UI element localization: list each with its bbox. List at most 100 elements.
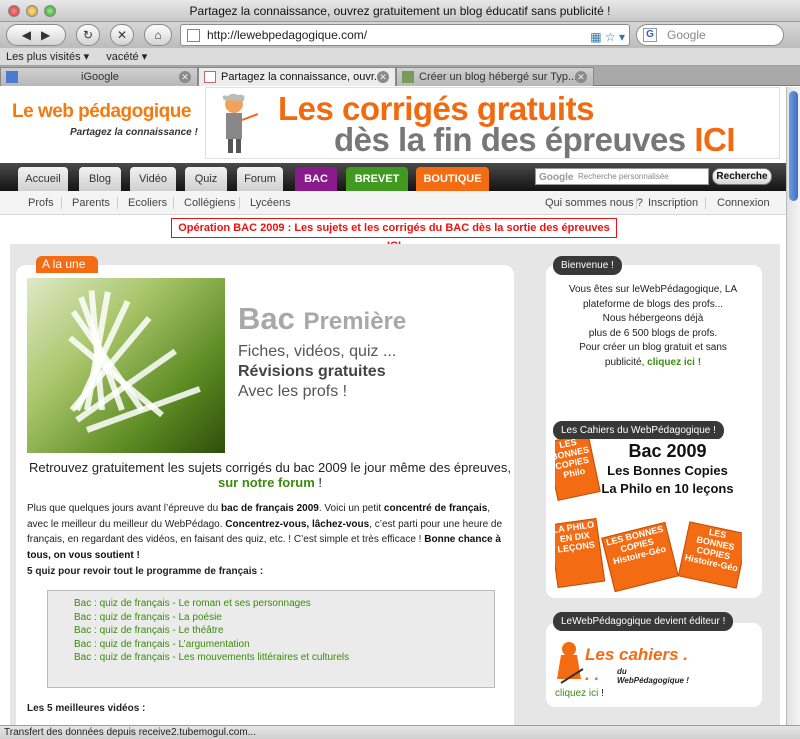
home-button[interactable]: ⌂ bbox=[144, 24, 172, 46]
stop-icon: ✕ bbox=[116, 28, 128, 42]
subnav-divider bbox=[636, 197, 637, 209]
bac-premiere-title: Bac Première bbox=[238, 301, 407, 336]
subnav-divider bbox=[61, 197, 62, 209]
reload-icon: ↻ bbox=[82, 28, 94, 42]
bookmarks-bar: Les plus visités ▾ vacété ▾ bbox=[0, 48, 800, 66]
subnav-divider bbox=[239, 197, 240, 209]
cahiers-logo-sub: du WebPédagogique ! bbox=[617, 667, 689, 685]
welcome-text: Vous êtes sur leWebPédagogique, LA plate… bbox=[568, 284, 738, 368]
zoom-window-button[interactable] bbox=[44, 5, 56, 17]
quiz-link-argumentation[interactable]: Bac : quiz de français - L’argumentation bbox=[74, 638, 494, 652]
subnav-connexion[interactable]: Connexion bbox=[717, 191, 770, 215]
main-nav: Accueil Blog Vidéo Quiz Forum BAC BREVET… bbox=[0, 163, 786, 191]
bac-line-2: Révisions gratuites bbox=[238, 363, 386, 380]
status-bar: Transfert des données depuis receive2.tu… bbox=[0, 725, 800, 739]
home-icon: ⌂ bbox=[154, 28, 162, 42]
stop-button[interactable]: ✕ bbox=[110, 24, 134, 46]
quiz-heading: 5 quiz pour revoir tout le programme de … bbox=[27, 566, 264, 577]
bookmark-most-visited[interactable]: Les plus visités ▾ bbox=[6, 51, 89, 63]
editeur-cliquez-link[interactable]: cliquez ici bbox=[555, 688, 598, 699]
browser-search-input[interactable]: G Google bbox=[636, 24, 784, 46]
forum-link[interactable]: sur notre forum bbox=[218, 475, 315, 490]
back-arrow-icon[interactable]: ◀ bbox=[22, 28, 31, 42]
page-viewport: Le web pédagogique Partagez la connaissa… bbox=[0, 87, 786, 725]
intro-paragraph: Plus que quelques jours avant l’épreuve … bbox=[27, 503, 503, 561]
welcome-title: Bienvenue ! bbox=[553, 256, 622, 275]
google-search-logo: Google bbox=[539, 172, 574, 183]
quiz-link-poesie[interactable]: Bac : quiz de français - La poésie bbox=[74, 611, 494, 625]
reload-button[interactable]: ↻ bbox=[76, 24, 100, 46]
editeur-title: LeWebPédagogique devient éditeur ! bbox=[553, 612, 734, 631]
nav-tab-blog[interactable]: Blog bbox=[79, 167, 121, 191]
scrollbar-thumb[interactable] bbox=[789, 91, 798, 201]
close-tab-icon[interactable]: ✕ bbox=[575, 71, 587, 83]
tab-typepad[interactable]: Créer un blog hébergé sur Typ... ✕ bbox=[396, 67, 594, 86]
window-title: Partagez la connaissance, ouvrez gratuit… bbox=[189, 4, 611, 18]
browser-search-placeholder: Google bbox=[667, 28, 706, 42]
subnav-collegiens[interactable]: Collégiens bbox=[184, 191, 235, 215]
site-search-input[interactable]: Google Recherche personnalisée bbox=[535, 168, 709, 185]
site-favicon-icon bbox=[187, 29, 200, 42]
subnav-divider bbox=[705, 197, 706, 209]
igoogle-icon bbox=[6, 71, 18, 83]
close-tab-icon[interactable]: ✕ bbox=[377, 71, 389, 83]
subnav-lyceens[interactable]: Lycéens bbox=[250, 191, 291, 215]
logo-text: Le web pédagogique bbox=[12, 101, 191, 122]
quiz-link-theatre[interactable]: Bac : quiz de français - Le théâtre bbox=[74, 624, 494, 638]
videos-heading: Les 5 meilleures vidéos : bbox=[27, 703, 146, 714]
banner-line-2: dès la fin des épreuves ICI bbox=[334, 121, 736, 158]
bac-alert-link[interactable]: Opération BAC 2009 : Les sujets et les c… bbox=[171, 218, 617, 252]
nav-tab-video[interactable]: Vidéo bbox=[130, 167, 176, 191]
subnav-ecoliers[interactable]: Ecoliers bbox=[128, 191, 167, 215]
bookmark-vacete[interactable]: vacété ▾ bbox=[106, 51, 147, 63]
back-forward-buttons[interactable]: ◀ ▶ bbox=[6, 24, 66, 46]
rss-star-icon[interactable]: ▦ ☆ ▾ bbox=[590, 27, 625, 47]
nav-tab-bac[interactable]: BAC bbox=[295, 167, 337, 191]
google-engine-icon[interactable]: G bbox=[643, 28, 657, 42]
forward-arrow-icon[interactable]: ▶ bbox=[41, 28, 50, 42]
professor-mascot-icon bbox=[557, 642, 584, 684]
tab-igoogle[interactable]: iGoogle ✕ bbox=[0, 67, 198, 86]
subnav-divider bbox=[117, 197, 118, 209]
site-logo[interactable]: Le web pédagogique Partagez la connaissa… bbox=[12, 101, 198, 138]
close-tab-icon[interactable]: ✕ bbox=[179, 71, 191, 83]
webpedago-icon bbox=[204, 71, 216, 83]
intro-text: Retrouvez gratuitement les sujets corrig… bbox=[29, 460, 511, 490]
browser-tabs: iGoogle ✕ Partagez la connaissance, ouvr… bbox=[0, 66, 800, 86]
typepad-icon bbox=[402, 71, 414, 83]
nav-tab-brevet[interactable]: BREVET bbox=[346, 167, 408, 191]
cahiers-books-image[interactable]: Bac 2009 Les Bonnes Copies La Philo en 1… bbox=[555, 439, 742, 595]
site-search-placeholder: Recherche personnalisée bbox=[578, 172, 669, 181]
vertical-scrollbar[interactable] bbox=[786, 87, 800, 725]
cahiers-title: Les Cahiers du WebPédagogique ! bbox=[553, 421, 724, 440]
quiz-link-roman[interactable]: Bac : quiz de français - Le roman et ses… bbox=[74, 597, 494, 611]
close-window-button[interactable] bbox=[8, 5, 20, 17]
minimize-window-button[interactable] bbox=[26, 5, 38, 17]
bac-line-3: Avec les profs ! bbox=[238, 383, 348, 400]
subnav-divider bbox=[173, 197, 174, 209]
tab-webpedagogique[interactable]: Partagez la connaissance, ouvr... ✕ bbox=[198, 67, 396, 86]
bac-line-1: Fiches, vidéos, quiz ... bbox=[238, 343, 397, 360]
subnav-inscription[interactable]: Inscription bbox=[648, 191, 698, 215]
site-search-button[interactable]: Recherche bbox=[712, 168, 772, 185]
banner-accent: ICI bbox=[694, 121, 736, 158]
subnav-qui-sommes-nous[interactable]: Qui sommes nous ? bbox=[545, 191, 643, 215]
cahiers-logo-image[interactable]: Les cahiers . . . du WebPédagogique ! bbox=[555, 639, 695, 689]
sub-nav: Profs Parents Ecoliers Collégiens Lycéen… bbox=[0, 191, 786, 215]
nav-tab-quiz[interactable]: Quiz bbox=[185, 167, 227, 191]
nav-tab-boutique[interactable]: BOUTIQUE bbox=[416, 167, 489, 191]
nav-tab-forum[interactable]: Forum bbox=[237, 167, 283, 191]
window-titlebar: Partagez la connaissance, ouvrez gratuit… bbox=[0, 0, 800, 22]
logo-tagline: Partagez la connaissance ! bbox=[70, 127, 198, 138]
url-text: http://lewebpedagogique.com/ bbox=[207, 28, 368, 42]
browser-toolbar: ◀ ▶ ↻ ✕ ⌂ http://lewebpedagogique.com/ ▦… bbox=[0, 22, 800, 48]
url-bar[interactable]: http://lewebpedagogique.com/ ▦ ☆ ▾ bbox=[180, 24, 630, 46]
quiz-list: Bac : quiz de français - Le roman et ses… bbox=[47, 590, 495, 688]
quiz-link-mouvements[interactable]: Bac : quiz de français - Les mouvements … bbox=[74, 651, 494, 665]
subnav-profs[interactable]: Profs bbox=[28, 191, 54, 215]
welcome-cliquez-link[interactable]: cliquez ici ! bbox=[647, 357, 701, 368]
subnav-parents[interactable]: Parents bbox=[72, 191, 110, 215]
bac-banner[interactable]: Les corrigés gratuits dès la fin des épr… bbox=[205, 87, 780, 159]
book-pages-image[interactable] bbox=[27, 278, 225, 453]
nav-tab-accueil[interactable]: Accueil bbox=[18, 167, 68, 191]
